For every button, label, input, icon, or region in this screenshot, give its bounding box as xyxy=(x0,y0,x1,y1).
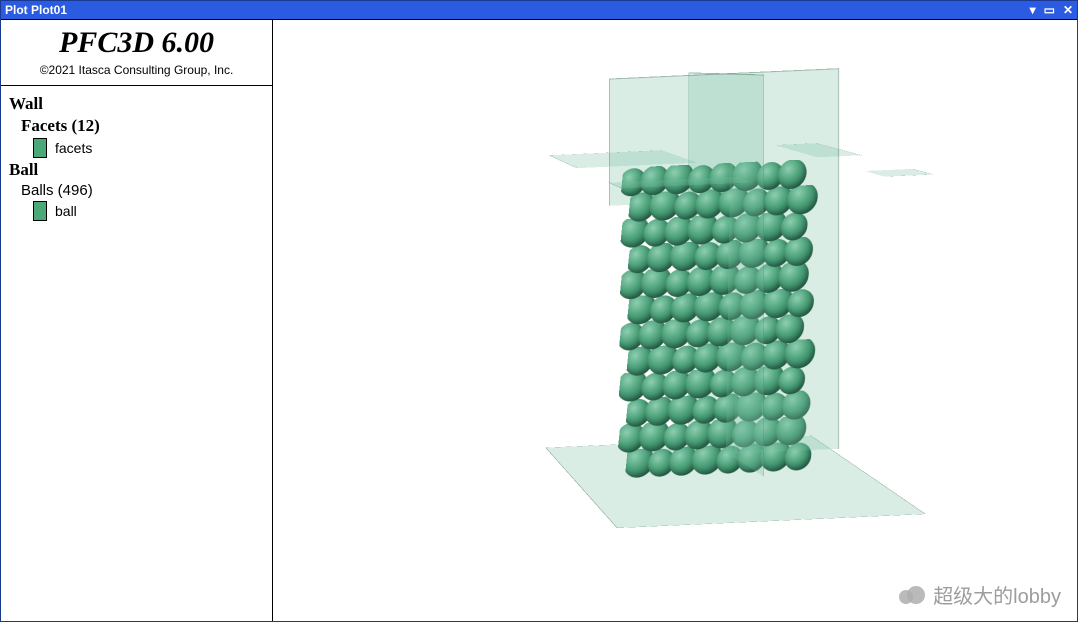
wechat-icon xyxy=(899,584,925,606)
legend: Wall Facets (12) facets Ball Balls (496)… xyxy=(1,86,272,227)
dropdown-icon[interactable]: ▾ xyxy=(1030,3,1036,17)
ball-sphere xyxy=(662,422,691,451)
ball-row xyxy=(618,415,805,454)
maximize-icon[interactable]: ▭ xyxy=(1044,3,1055,17)
watermark: 超级大的lobby xyxy=(899,580,1061,609)
watermark-text: 超级大的lobby xyxy=(933,580,1061,609)
content-area: PFC3D 6.00 ©2021 Itasca Consulting Group… xyxy=(1,19,1077,621)
plot-window: Plot Plot01 ▾ ▭ ✕ PFC3D 6.00 ©2021 Itasc… xyxy=(0,0,1078,622)
legend-wall-facets-heading: Facets (12) xyxy=(21,116,264,136)
ball-sphere xyxy=(683,419,714,450)
ball-sphere xyxy=(647,448,676,477)
legend-ball-balls-heading: Balls (496) xyxy=(21,182,264,199)
ball-sphere xyxy=(784,442,813,471)
legend-sidebar: PFC3D 6.00 ©2021 Itasca Consulting Group… xyxy=(1,19,273,621)
legend-group-wall: Wall xyxy=(9,94,264,114)
ball-sphere xyxy=(759,439,793,472)
ball-sphere xyxy=(638,419,672,452)
window-controls: ▾ ▭ ✕ xyxy=(1030,3,1073,17)
close-icon[interactable]: ✕ xyxy=(1063,3,1073,17)
ball-sphere xyxy=(774,412,808,445)
legend-wall-facets-row: facets xyxy=(33,138,264,158)
titlebar[interactable]: Plot Plot01 ▾ ▭ ✕ xyxy=(1,1,1077,19)
viewport-3d[interactable]: 超级大的lobby xyxy=(273,19,1077,621)
window-title: Plot Plot01 xyxy=(5,3,1030,17)
app-copyright: ©2021 Itasca Consulting Group, Inc. xyxy=(5,63,268,77)
swatch-ball-icon xyxy=(33,201,47,221)
app-title: PFC3D 6.00 xyxy=(5,26,268,59)
legend-ball-row: ball xyxy=(33,201,264,221)
legend-group-ball: Ball xyxy=(9,160,264,180)
legend-ball-label: ball xyxy=(55,203,77,219)
swatch-facets-icon xyxy=(33,138,47,158)
legend-wall-facets-label: facets xyxy=(55,140,92,156)
ball-sphere xyxy=(691,442,725,475)
ball-cluster xyxy=(623,158,823,484)
app-header: PFC3D 6.00 ©2021 Itasca Consulting Group… xyxy=(1,20,272,86)
